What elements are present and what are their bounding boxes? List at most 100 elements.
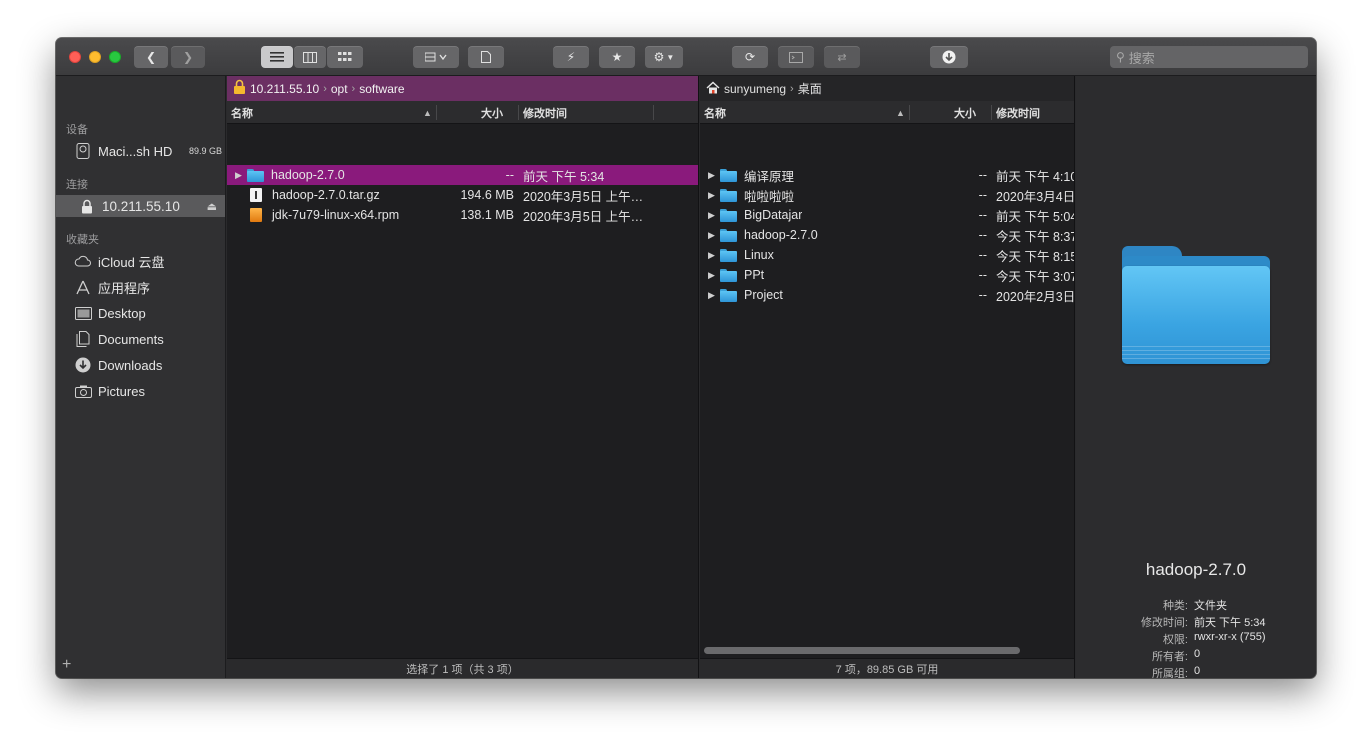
back-button[interactable]: ❮ [134,46,168,68]
breadcrumb-separator-icon: › [790,82,794,95]
list-view-button[interactable] [261,46,293,68]
table-row[interactable]: ▶ 编译原理 -- 前天 下午 4:10 [700,165,1074,185]
terminal-button[interactable] [778,46,814,68]
sync-button[interactable]: ⇄ [824,46,860,68]
lightning-icon: ⚡︎ [566,50,576,64]
sidebar-section-connections: 连接 [66,179,88,191]
disclosure-triangle-icon[interactable]: ▶ [708,290,720,301]
sidebar-item-applications[interactable]: 应用程序 [74,276,222,298]
meta-value: 前天 下午 5:34 [1194,617,1266,629]
search-input[interactable]: ⚲ 搜索 [1110,46,1308,68]
breadcrumb-segment[interactable]: opt [331,82,348,96]
disclosure-triangle-icon[interactable]: ▶ [708,190,720,201]
breadcrumb-segment[interactable]: 10.211.55.10 [250,82,319,96]
toolbar: ❮ ❯ ⚡︎ ★ ⚙︎ ▼ ⟳ ⇄ ⚲ 搜索 [56,38,1316,76]
disclosure-triangle-icon[interactable]: ▶ [708,210,720,221]
sidebar-item-pictures[interactable]: Pictures [74,380,222,402]
download-icon [942,50,956,64]
name-cell: ▶ 啦啦啦啦 [708,185,794,205]
file-name: Project [744,288,783,302]
folder-icon [247,168,264,182]
column-divider [909,105,910,120]
size-cell: -- [978,228,987,242]
disclosure-triangle-icon[interactable]: ▶ [708,170,720,181]
sidebar-item-macintosh-hd[interactable]: Maci...sh HD 89.9 GB [74,140,222,162]
sidebar-item-documents[interactable]: Documents [74,328,222,350]
sidebar-item-downloads[interactable]: Downloads [74,354,222,376]
sidebar-item-desktop[interactable]: Desktop [74,302,222,324]
document-icon [250,188,262,202]
column-header-name[interactable]: 名称 [704,101,726,124]
table-row[interactable]: hadoop-2.7.0.tar.gz 194.6 MB 2020年3月5日 上… [227,185,698,205]
refresh-icon: ⟳ [744,50,756,64]
modified-cell: 2020年3月4日 [996,189,1075,204]
folder-preview-icon [1122,246,1270,364]
name-cell: hadoop-2.7.0.tar.gz [247,185,380,205]
folder-icon [720,208,737,222]
zoom-window-button[interactable] [109,51,121,63]
new-file-button[interactable] [468,46,504,68]
lock-icon [78,198,96,214]
forward-button[interactable]: ❯ [171,46,205,68]
breadcrumb-segment[interactable]: sunyumeng [724,82,786,96]
modified-cell: 2020年3月5日 上午… [523,209,644,224]
breadcrumb-separator-icon: › [323,82,327,95]
table-row[interactable]: ▶ Linux -- 今天 下午 8:15 [700,245,1074,265]
breadcrumb-segment[interactable]: software [359,82,404,96]
column-header-size[interactable]: 大小 [954,101,976,124]
sidebar-item-label: iCloud 云盘 [98,254,165,270]
column-header-name[interactable]: 名称 [231,101,253,124]
chevron-right-icon: ❯ [182,50,194,64]
table-row[interactable]: ▶ hadoop-2.7.0 -- 今天 下午 8:37 [700,225,1074,245]
local-file-pane: sunyumeng › 桌面 名称 ▲ 大小 修改时间 ▶ 编译原理 -- 前天 … [700,76,1075,678]
download-button[interactable] [930,46,968,68]
modified-cell: 今天 下午 8:37 [996,229,1075,244]
column-header-modified[interactable]: 修改时间 [523,101,567,124]
close-window-button[interactable] [69,51,81,63]
arrange-dropdown[interactable] [413,46,459,68]
table-row[interactable]: ▶ Project -- 2020年2月3日 [700,285,1074,305]
quick-action-button[interactable]: ⚡︎ [553,46,589,68]
disclosure-triangle-icon[interactable]: ▶ [708,270,720,281]
sidebar-item-icloud[interactable]: iCloud 云盘 [74,250,222,272]
folder-icon [720,248,737,262]
breadcrumb-segment[interactable]: 桌面 [798,80,822,97]
table-row[interactable]: ▶ BigDatajar -- 前天 下午 5:04 [700,205,1074,225]
file-name: hadoop-2.7.0.tar.gz [272,188,380,202]
column-view-icon [303,51,317,63]
column-divider [991,105,992,120]
folder-icon [720,268,737,282]
table-row[interactable]: ▶ 啦啦啦啦 -- 2020年3月4日 [700,185,1074,205]
disclosure-triangle-icon[interactable]: ▶ [235,170,247,181]
downloads-icon [74,357,92,373]
column-header-size[interactable]: 大小 [481,101,503,124]
modified-cell: 前天 下午 4:10 [996,169,1075,184]
folder-icon [720,188,737,202]
favorite-button[interactable]: ★ [599,46,635,68]
disclosure-triangle-icon[interactable]: ▶ [708,250,720,261]
icon-view-button[interactable] [327,46,363,68]
chevron-left-icon: ❮ [145,50,157,64]
column-view-button[interactable] [294,46,326,68]
disclosure-triangle-icon[interactable]: ▶ [708,230,720,241]
sidebar-item-label: Downloads [98,357,163,373]
table-row[interactable]: ▶ PPt -- 今天 下午 3:07 [700,265,1074,285]
sidebar-item-remote-connection[interactable]: 10.211.55.10 ⏏ [56,195,225,217]
table-row[interactable]: ▶ hadoop-2.7.0 -- 前天 下午 5:34 [227,165,698,185]
add-favorite-button[interactable]: + [62,656,71,674]
table-row[interactable]: jdk-7u79-linux-x64.rpm 138.1 MB 2020年3月5… [227,205,698,225]
horizontal-scrollbar[interactable] [704,647,1020,654]
refresh-button[interactable]: ⟳ [732,46,768,68]
sort-ascending-icon: ▲ [423,107,432,118]
hard-drive-icon [74,143,92,159]
eject-icon[interactable]: ⏏ [207,200,225,213]
disk-capacity-badge: 89.9 GB [188,146,222,156]
minimize-window-button[interactable] [89,51,101,63]
settings-dropdown[interactable]: ⚙︎ ▼ [645,46,683,68]
size-cell: 194.6 MB [460,188,514,202]
folder-icon [720,288,737,302]
size-cell: -- [978,208,987,222]
name-cell: ▶ hadoop-2.7.0 [235,165,345,185]
column-header-modified[interactable]: 修改时间 [996,101,1040,124]
search-placeholder: 搜索 [1128,50,1155,66]
